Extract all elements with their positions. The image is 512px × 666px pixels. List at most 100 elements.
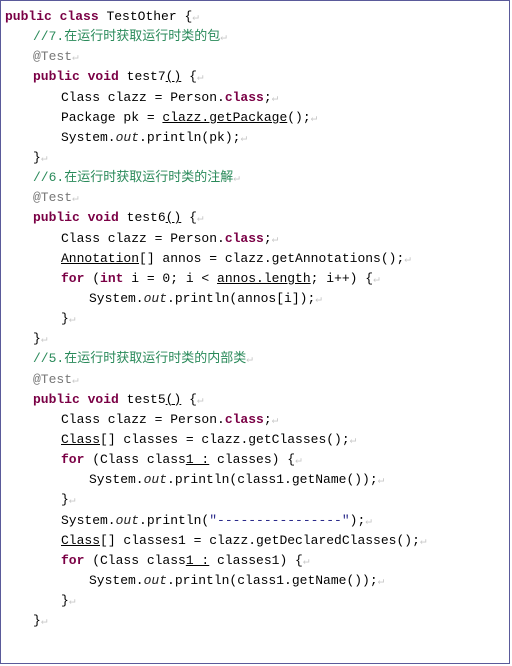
code-text: .println(class1.getName()); <box>167 573 378 588</box>
code-text: ; <box>264 412 272 427</box>
code-text: .println( <box>139 513 209 528</box>
keyword-void: void <box>88 392 119 407</box>
code-line: for (Class class1 : classes) {↵ <box>5 450 505 470</box>
paragraph-mark-icon: ↵ <box>197 395 204 407</box>
code-text: System. <box>89 573 144 588</box>
paragraph-mark-icon: ↵ <box>373 274 380 286</box>
type-name: Class <box>61 432 100 447</box>
static-field: out <box>116 513 139 528</box>
code-text: System. <box>61 513 116 528</box>
paragraph-mark-icon: ↵ <box>197 213 204 225</box>
code-text: i = 0; i < <box>123 271 217 286</box>
code-line: Class[] classes = clazz.getClasses();↵ <box>5 430 505 450</box>
keyword-public: public <box>33 392 80 407</box>
paragraph-mark-icon: ↵ <box>303 556 310 568</box>
code-line: Class clazz = Person.class;↵ <box>5 88 505 108</box>
method-params: () <box>166 392 182 407</box>
code-line: }↵ <box>5 490 505 510</box>
brace-close: } <box>61 492 69 507</box>
brace-close: } <box>33 150 41 165</box>
code-text: [] classes1 = clazz.getDeclaredClasses()… <box>100 533 420 548</box>
code-line: @Test↵ <box>5 188 505 208</box>
code-text: ; i++) { <box>311 271 373 286</box>
comment: //5.在运行时获取运行时类的内部类 <box>33 351 246 366</box>
static-field: out <box>116 130 139 145</box>
paragraph-mark-icon: ↵ <box>197 72 204 84</box>
brace: { <box>189 392 197 407</box>
method-name: test7 <box>119 69 166 84</box>
code-text: System. <box>61 130 116 145</box>
code-line: public class TestOther {↵ <box>5 7 505 27</box>
paragraph-mark-icon: ↵ <box>240 133 247 145</box>
static-field: out <box>144 573 167 588</box>
method-call: clazz.getPackage <box>162 110 287 125</box>
paragraph-mark-icon: ↵ <box>378 475 385 487</box>
code-line: Class[] classes1 = clazz.getDeclaredClas… <box>5 531 505 551</box>
annotation: @Test <box>33 190 72 205</box>
paragraph-mark-icon: ↵ <box>311 113 318 125</box>
keyword-public: public <box>33 69 80 84</box>
paragraph-mark-icon: ↵ <box>272 415 279 427</box>
paragraph-mark-icon: ↵ <box>41 153 48 165</box>
brace: { <box>189 69 197 84</box>
code-line: System.out.println(annos[i]);↵ <box>5 289 505 309</box>
method-params: () <box>166 69 182 84</box>
paragraph-mark-icon: ↵ <box>233 173 240 185</box>
method-name: test5 <box>119 392 166 407</box>
code-line: //5.在运行时获取运行时类的内部类↵ <box>5 349 505 369</box>
code-line: System.out.println(class1.getName());↵ <box>5 571 505 591</box>
brace-close: } <box>61 593 69 608</box>
paragraph-mark-icon: ↵ <box>350 435 357 447</box>
paragraph-mark-icon: ↵ <box>41 334 48 346</box>
paragraph-mark-icon: ↵ <box>272 93 279 105</box>
type-name: Class <box>61 533 100 548</box>
code-line: System.out.println(pk);↵ <box>5 128 505 148</box>
paragraph-mark-icon: ↵ <box>246 354 253 366</box>
annotation: @Test <box>33 49 72 64</box>
code-line: System.out.println(class1.getName());↵ <box>5 470 505 490</box>
code-line: public void test5() {↵ <box>5 390 505 410</box>
code-text: [] annos = clazz.getAnnotations(); <box>139 251 404 266</box>
code-text: Class clazz = Person. <box>61 231 225 246</box>
code-line: @Test↵ <box>5 370 505 390</box>
keyword-class: class <box>225 412 264 427</box>
paragraph-mark-icon: ↵ <box>192 12 199 24</box>
code-text: Class clazz = Person. <box>61 412 225 427</box>
keyword-for: for <box>61 553 84 568</box>
code-text: ; <box>264 231 272 246</box>
paragraph-mark-icon: ↵ <box>420 536 427 548</box>
code-line: //6.在运行时获取运行时类的注解↵ <box>5 168 505 188</box>
code-text: System. <box>89 291 144 306</box>
code-line: }↵ <box>5 611 505 631</box>
comment: //7.在运行时获取运行时类的包 <box>33 29 220 44</box>
paragraph-mark-icon: ↵ <box>404 254 411 266</box>
paragraph-mark-icon: ↵ <box>315 294 322 306</box>
paragraph-mark-icon: ↵ <box>295 455 302 467</box>
keyword-public: public <box>33 210 80 225</box>
paragraph-mark-icon: ↵ <box>378 576 385 588</box>
keyword-void: void <box>88 210 119 225</box>
paragraph-mark-icon: ↵ <box>272 234 279 246</box>
code-text: ; <box>264 90 272 105</box>
code-line: Class clazz = Person.class;↵ <box>5 410 505 430</box>
method-params: () <box>166 210 182 225</box>
code-line: }↵ <box>5 148 505 168</box>
code-text: Class clazz = Person. <box>61 90 225 105</box>
var-name: 1 : <box>186 452 209 467</box>
type-name: Annotation <box>61 251 139 266</box>
brace: { <box>189 210 197 225</box>
code-line: }↵ <box>5 591 505 611</box>
code-block: public class TestOther {↵ //7.在运行时获取运行时类… <box>0 0 510 664</box>
keyword-for: for <box>61 271 84 286</box>
code-text: (Class class <box>84 452 185 467</box>
brace-close: } <box>33 613 41 628</box>
code-line: @Test↵ <box>5 47 505 67</box>
var-name: 1 : <box>186 553 209 568</box>
paragraph-mark-icon: ↵ <box>72 52 79 64</box>
method-name: test6 <box>119 210 166 225</box>
string-literal: "----------------" <box>209 513 349 528</box>
code-text: ( <box>84 271 100 286</box>
field-ref: annos.length <box>217 271 311 286</box>
keyword-int: int <box>100 271 123 286</box>
brace-close: } <box>33 331 41 346</box>
